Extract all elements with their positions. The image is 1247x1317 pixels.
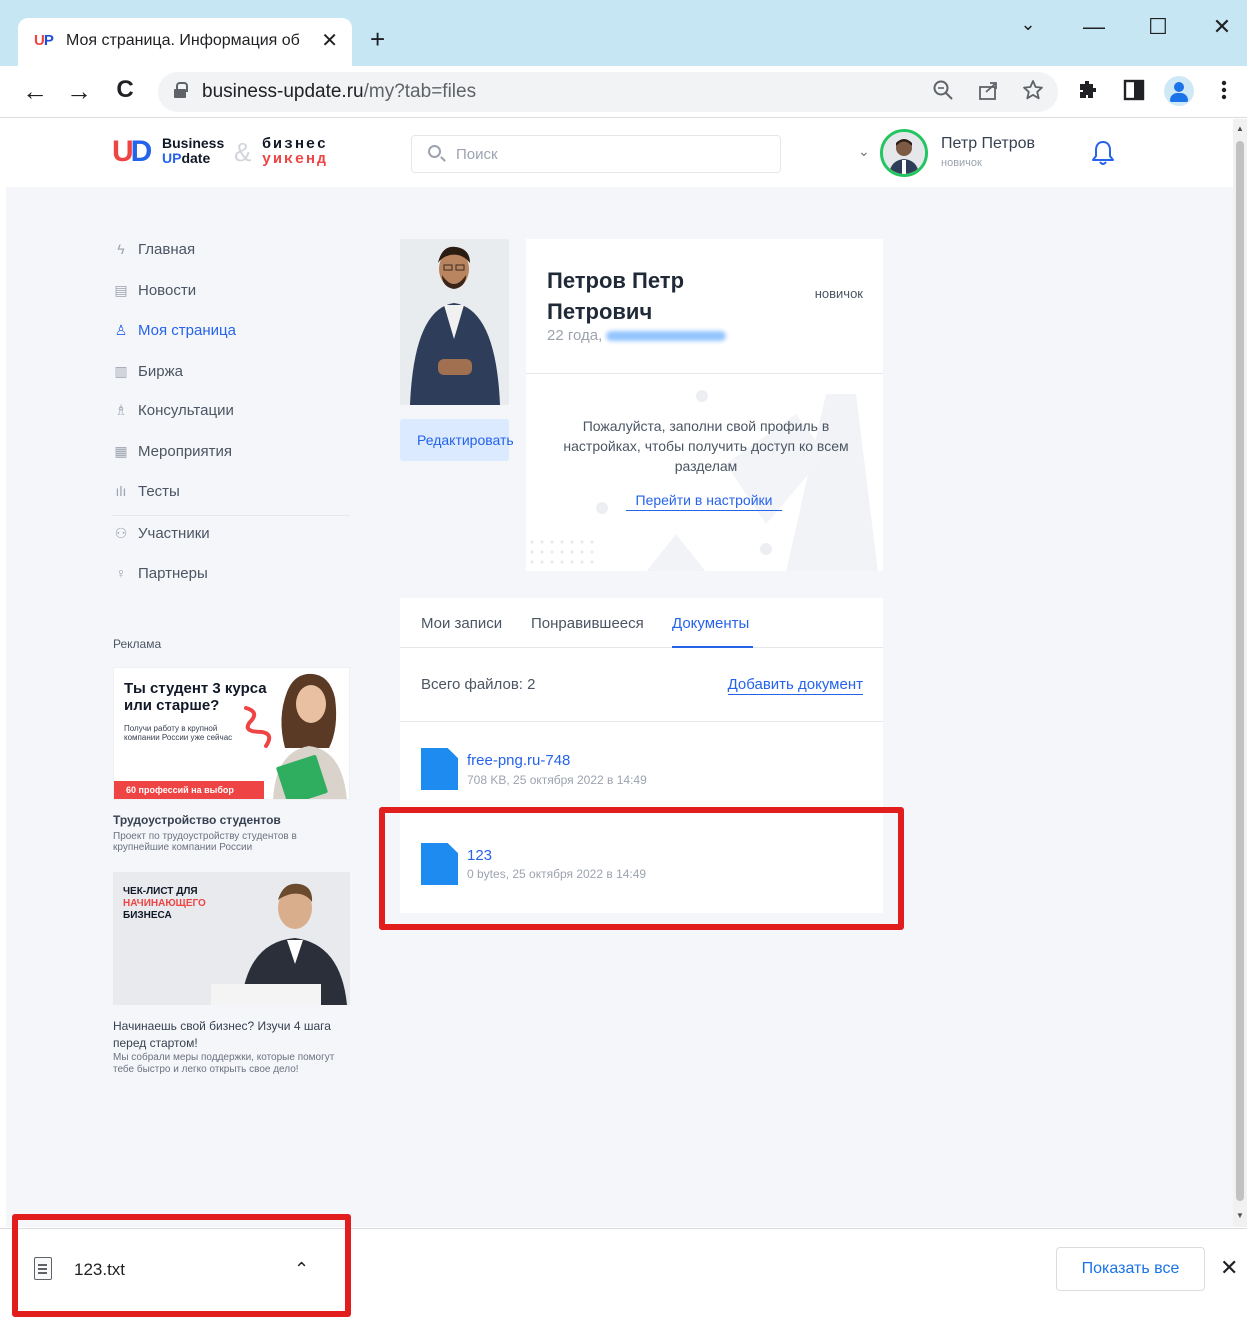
browser-toolbar: ← → C business-update.ru/my?tab=files: [0, 66, 1247, 118]
add-document-link[interactable]: Добавить документ: [727, 676, 863, 695]
fill-profile-notice: Пожалуйста, заполни свой профиль в настр…: [526, 373, 883, 571]
share-icon[interactable]: [978, 79, 1000, 101]
profile-photo: [400, 239, 509, 405]
files-header: Всего файлов: 2 Добавить документ: [400, 648, 883, 722]
tab-liked[interactable]: Понравившееся: [531, 615, 644, 632]
menu-icon[interactable]: [1214, 78, 1234, 102]
sidebar-item-home[interactable]: ϟ Главная: [112, 237, 195, 261]
bars-icon: ılı: [115, 483, 127, 499]
header-user-role: новичок: [941, 157, 982, 169]
site-logo-icon[interactable]: UD: [112, 135, 152, 169]
building-icon: ▥: [114, 363, 128, 379]
sidebar-item-events[interactable]: ▦ Мероприятия: [112, 439, 232, 463]
site-header: UD Business UPdate & бизнес уикенд Поиск ⌄…: [6, 119, 1233, 187]
tab-close-icon[interactable]: ✕: [321, 28, 338, 53]
sidebar-item-my-page[interactable]: ♙ Моя страница: [112, 318, 236, 342]
url-text[interactable]: business-update.ru/my?tab=files: [202, 81, 476, 103]
profile-age: 22 года,: [547, 327, 727, 344]
sidebar-item-partners[interactable]: ♀ Партнеры: [112, 561, 208, 585]
newspaper-icon: ▤: [114, 282, 128, 298]
sidebar-item-tests[interactable]: ılı Тесты: [112, 479, 180, 503]
browser-tab[interactable]: UP Моя страница. Информация об ✕: [18, 18, 352, 66]
avatar[interactable]: [880, 129, 928, 177]
highlight-box-file: [379, 807, 904, 930]
reload-button[interactable]: C: [110, 76, 140, 104]
sidebar-item-news[interactable]: ▤ Новости: [112, 278, 196, 302]
tab-title: Моя страница. Информация об: [66, 32, 300, 49]
edit-profile-button[interactable]: Редактировать: [400, 419, 514, 461]
ad1-subline: Получи работу в крупной компании России …: [124, 724, 233, 742]
highlight-box-download: [12, 1214, 351, 1317]
scrollbar-thumb[interactable]: [1236, 141, 1244, 1201]
chevron-down-icon[interactable]: ⌄: [858, 143, 870, 160]
consult-icon: ♗: [114, 402, 128, 418]
file-row[interactable]: free-png.ru-748 708 KB, 25 октября 2022 …: [400, 722, 883, 813]
minimize-button[interactable]: —: [1074, 14, 1114, 40]
profile-card: Петров Петр Петрович новичок 22 года,: [526, 239, 883, 373]
profile-level-badge: новичок: [814, 286, 863, 301]
tab-favicon-icon: UP: [34, 32, 54, 49]
ad-banner-checklist[interactable]: ЧЕК-ЛИСТ ДЛЯ НАЧИНАЮЩЕГО БИЗНЕСА: [113, 872, 350, 1005]
ad-banner-students[interactable]: Ты студент 3 курса или старше? Получи ра…: [113, 667, 350, 800]
extensions-icon[interactable]: [1076, 78, 1100, 102]
profile-tabs: Мои записи Понравившееся Документы: [400, 598, 883, 648]
sidepanel-icon[interactable]: [1122, 78, 1146, 102]
partner-icon: ♀: [115, 565, 127, 581]
search-input[interactable]: Поиск: [411, 135, 781, 173]
site-logo-text[interactable]: Business UPdate: [162, 136, 224, 166]
close-downloads-icon[interactable]: ✕: [1220, 1255, 1238, 1281]
address-bar[interactable]: business-update.ru/my?tab=files: [158, 72, 1058, 112]
show-all-downloads-button[interactable]: Показать все: [1056, 1247, 1205, 1291]
tab-documents[interactable]: Документы: [672, 615, 749, 632]
go-to-settings-link[interactable]: Перейти в настройки: [626, 492, 782, 511]
partner-logo-text[interactable]: бизнес уикенд: [262, 137, 328, 167]
scroll-up-icon[interactable]: ▲: [1236, 124, 1244, 133]
close-window-button[interactable]: ✕: [1202, 14, 1242, 40]
web-page: UD Business UPdate & бизнес уикенд Поиск ⌄…: [6, 119, 1233, 1227]
lightning-icon: ϟ: [117, 241, 125, 257]
document-icon: [421, 748, 458, 790]
search-placeholder: Поиск: [456, 146, 498, 163]
calendar-icon: ▦: [114, 443, 128, 459]
ads-label: Реклама: [113, 637, 162, 651]
tab-search-icon[interactable]: ⌄: [1008, 14, 1048, 35]
star-icon[interactable]: [1022, 79, 1044, 101]
scroll-down-icon[interactable]: ▼: [1236, 1211, 1244, 1220]
notice-text: Пожалуйста, заполни свой профиль в настр…: [563, 418, 849, 474]
menu-divider: [112, 515, 350, 516]
file-name[interactable]: free-png.ru-748: [467, 752, 570, 769]
businessman-photo: [211, 883, 347, 1005]
search-icon: [428, 145, 441, 158]
users-icon: ⚇: [114, 525, 128, 541]
lock-icon[interactable]: [174, 82, 188, 98]
files-count: Всего файлов: 2: [421, 676, 536, 693]
ad1-title[interactable]: Трудоустройство студентов: [113, 813, 281, 827]
ad1-tag: 60 профессий на выбор: [114, 781, 264, 799]
bell-icon[interactable]: [1090, 139, 1116, 167]
page-scrollbar[interactable]: ▲ ▼: [1233, 119, 1247, 1227]
ad2-description: Мы собрали меры поддержки, которые помог…: [113, 1052, 335, 1075]
file-meta: 708 KB, 25 октября 2022 в 14:49: [467, 773, 647, 787]
profile-full-name: Петров Петр Петрович: [547, 268, 685, 324]
blurred-email: [606, 331, 727, 342]
ad2-title[interactable]: Начинаешь свой бизнес? Изучи 4 шага пере…: [113, 1018, 348, 1052]
profile-icon[interactable]: [1164, 76, 1194, 106]
ad1-description: Проект по трудоустройству студентов в кр…: [113, 831, 297, 853]
sidebar-item-exchange[interactable]: ▥ Биржа: [112, 359, 183, 383]
tab-my-posts[interactable]: Мои записи: [421, 615, 502, 632]
new-tab-button[interactable]: +: [370, 24, 385, 55]
sidebar-item-participants[interactable]: ⚇ Участники: [112, 521, 210, 545]
browser-tabbar: UP Моя страница. Информация об ✕ + ⌄ — ☐…: [0, 0, 1247, 66]
back-button[interactable]: ←: [20, 76, 50, 107]
forward-button[interactable]: →: [64, 76, 94, 107]
zoom-icon[interactable]: [932, 79, 954, 101]
header-user-name[interactable]: Петр Петров: [941, 135, 1035, 153]
maximize-button[interactable]: ☐: [1138, 14, 1178, 40]
sidebar-item-consultations[interactable]: ♗ Консультации: [112, 398, 234, 422]
student-photo: [273, 673, 347, 799]
logo-ampersand: &: [234, 137, 252, 167]
user-icon: ♙: [114, 322, 128, 338]
